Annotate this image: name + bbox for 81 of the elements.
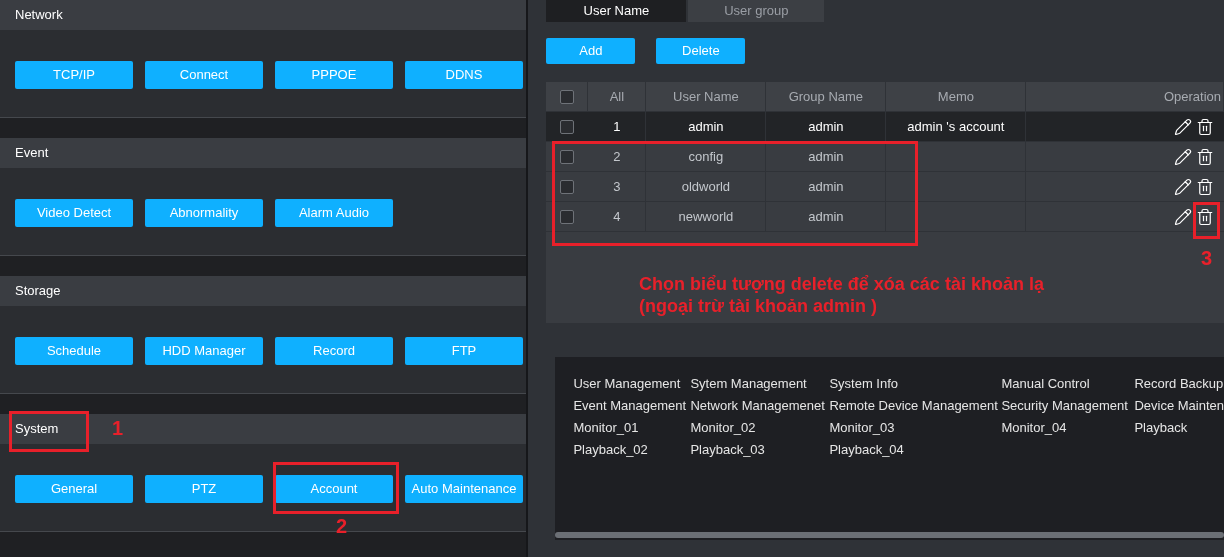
- checkbox[interactable]: [560, 209, 575, 224]
- permission-label: User Management: [573, 376, 681, 392]
- table-cell-text: admin: [808, 177, 844, 196]
- table-cell-text: 3: [613, 177, 621, 196]
- delete-icon[interactable]: [1196, 117, 1214, 136]
- permission-label: Playback_04: [829, 442, 904, 458]
- settings-button[interactable]: Account: [275, 475, 393, 503]
- permission-label: Event Management: [573, 398, 687, 414]
- delete-icon[interactable]: [1196, 207, 1214, 226]
- checkbox[interactable]: [559, 89, 574, 104]
- tab[interactable]: User group: [688, 0, 825, 22]
- table-cell-text: admin: [808, 117, 844, 136]
- settings-button[interactable]: DDNS: [405, 61, 523, 89]
- table-cell-text: 1: [613, 117, 621, 136]
- step-number: 3: [1201, 246, 1213, 270]
- delete-icon[interactable]: [1196, 177, 1214, 196]
- section-header: Network: [0, 0, 527, 30]
- column-header: Memo: [937, 87, 974, 106]
- scrollbar[interactable]: [555, 532, 1224, 538]
- settings-button[interactable]: FTP: [405, 337, 523, 365]
- permission-label: Playback_02: [573, 442, 648, 458]
- settings-button[interactable]: Alarm Audio: [275, 199, 393, 227]
- settings-button[interactable]: Connect: [145, 61, 263, 89]
- settings-button[interactable]: Schedule: [15, 337, 133, 365]
- edit-icon[interactable]: [1174, 207, 1192, 226]
- instruction-caption: Chọn biểu tượng delete để xóa các tài khoản lạ (ngoại trừ tài khoản admin ): [639, 273, 1045, 317]
- permission-label: Monitor_01: [573, 420, 639, 436]
- table-cell-text: newworld: [678, 207, 734, 226]
- settings-button[interactable]: Auto Maintenance: [405, 475, 523, 503]
- table-cell-text: admin: [808, 147, 844, 166]
- table-cell-text: oldworld: [681, 177, 731, 196]
- permission-label: Network Managemenet: [690, 398, 825, 414]
- permission-label: Record Backup: [1134, 376, 1224, 392]
- table-row[interactable]: 1 admin admin admin 's account: [546, 112, 1224, 142]
- table-cell-text: admin: [688, 117, 724, 136]
- table-cell-text: 2: [613, 147, 621, 166]
- settings-button[interactable]: PTZ: [145, 475, 263, 503]
- action-button[interactable]: Delete: [656, 38, 746, 64]
- edit-icon[interactable]: [1174, 177, 1192, 196]
- settings-button[interactable]: PPPOE: [275, 61, 393, 89]
- delete-icon[interactable]: [1196, 147, 1214, 166]
- checkbox[interactable]: [560, 179, 575, 194]
- column-header: All: [609, 87, 625, 106]
- permission-label: Playback_03: [690, 442, 765, 458]
- permission-label: Monitor_04: [1001, 420, 1067, 436]
- table-row[interactable]: 3 oldworld admin: [546, 172, 1224, 202]
- settings-button[interactable]: Video Detect: [15, 199, 133, 227]
- column-header: Group Name: [788, 87, 864, 106]
- settings-button[interactable]: Record: [275, 337, 393, 365]
- table-row[interactable]: 4 newworld admin: [546, 202, 1224, 232]
- permission-label: Playback: [1134, 420, 1188, 436]
- permission-label: Security Management: [1001, 398, 1128, 414]
- permission-label: Monitor_02: [690, 420, 756, 436]
- settings-button[interactable]: Abnormality: [145, 199, 263, 227]
- checkbox[interactable]: [560, 119, 575, 134]
- table-cell-text: 4: [613, 207, 621, 226]
- settings-button[interactable]: General: [15, 475, 133, 503]
- settings-button[interactable]: HDD Manager: [145, 337, 263, 365]
- table-cell-text: config: [688, 147, 724, 166]
- edit-icon[interactable]: [1174, 147, 1192, 166]
- table-cell-text: admin: [808, 207, 844, 226]
- step-number: 2: [336, 514, 348, 538]
- section-header: Storage: [0, 276, 527, 306]
- permission-label: Device Mainten: [1134, 398, 1224, 414]
- highlight-frame: [1193, 202, 1220, 239]
- step-number: 1: [112, 416, 124, 440]
- tab[interactable]: User Name: [546, 0, 687, 22]
- column-header: Operation: [1163, 87, 1221, 106]
- section-header: Event: [0, 138, 527, 168]
- permission-label: System Info: [829, 376, 899, 392]
- permission-label: Manual Control: [1001, 376, 1090, 392]
- table-row[interactable]: 2 config admin: [546, 142, 1224, 172]
- column-header: User Name: [673, 87, 739, 106]
- permission-label: Remote Device Management: [829, 398, 998, 414]
- edit-icon[interactable]: [1174, 117, 1192, 136]
- permission-label: Sytem Management: [690, 376, 807, 392]
- permission-label: Monitor_03: [829, 420, 895, 436]
- table-cell-text: admin 's account: [907, 117, 1005, 136]
- action-button[interactable]: Add: [546, 38, 636, 64]
- checkbox[interactable]: [560, 149, 575, 164]
- settings-button[interactable]: TCP/IP: [15, 61, 133, 89]
